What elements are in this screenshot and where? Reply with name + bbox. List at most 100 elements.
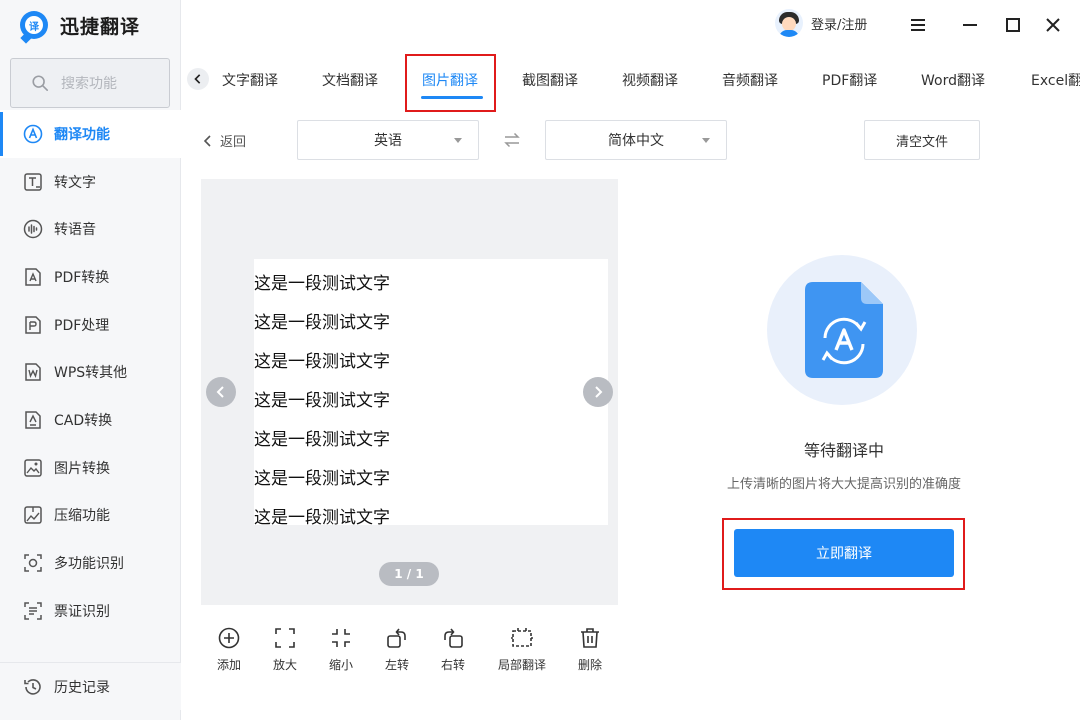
maximize-icon	[1006, 18, 1020, 32]
sidebar-item-label: 多功能识别	[54, 556, 124, 573]
chevron-right-icon	[595, 386, 603, 398]
sidebar-item-label: 票证识别	[54, 603, 110, 620]
chevron-left-icon	[194, 74, 201, 84]
sidebar-item-translate[interactable]: 翻译功能	[0, 110, 181, 158]
tool-label: 局部翻译	[497, 658, 546, 672]
logo-icon: 译	[20, 11, 48, 39]
pdf-convert-icon	[22, 266, 44, 288]
tool-label: 左转	[384, 658, 409, 672]
sidebar-item-label: PDF转换	[54, 269, 110, 286]
delete-button[interactable]: 删除	[562, 626, 618, 673]
rotate-right-icon	[444, 628, 463, 648]
source-language-value: 英语	[374, 133, 402, 149]
tab-video-translate[interactable]: 视频翻译	[622, 70, 678, 90]
sidebar-item-cad[interactable]: CAD转换	[0, 396, 181, 444]
target-language-value: 简体中文	[608, 133, 664, 149]
zoom-out-icon	[332, 629, 350, 647]
menu-button[interactable]	[905, 12, 931, 38]
sidebar-item-label: PDF处理	[54, 317, 110, 334]
maximize-button[interactable]	[1000, 12, 1026, 38]
app-name: 迅捷翻译	[60, 15, 141, 38]
preview-text-line: 这是一段测试文字	[254, 430, 390, 450]
menu-icon	[911, 19, 925, 31]
preview-document: 这是一段测试文字 这是一段测试文字 这是一段测试文字 这是一段测试文字 这是一段…	[254, 259, 608, 525]
zoom-in-icon	[275, 628, 295, 648]
chevron-left-icon	[203, 134, 211, 147]
tool-label: 缩小	[328, 658, 353, 672]
rotate-left-icon	[387, 628, 406, 648]
app-logo: 译 迅捷翻译	[20, 10, 140, 40]
tab-excel-translate[interactable]: Excel翻	[1031, 70, 1080, 90]
text-convert-icon	[22, 171, 44, 193]
multi-recognize-icon	[22, 552, 44, 574]
tab-image-translate[interactable]: 图片翻译	[422, 70, 478, 90]
tool-label: 添加	[216, 658, 241, 672]
preview-text-line: 这是一段测试文字	[254, 274, 390, 294]
login-button[interactable]: 登录/注册	[775, 9, 867, 37]
tab-scroll-left-button[interactable]	[187, 68, 209, 90]
swap-icon	[504, 132, 520, 148]
search-icon	[32, 75, 49, 92]
sidebar-item-label: 转语音	[54, 222, 96, 239]
preview-text-line: 这是一段测试文字	[254, 352, 390, 372]
tab-screenshot-translate[interactable]: 截图翻译	[522, 70, 578, 90]
translate-icon	[22, 123, 44, 145]
translate-now-button[interactable]: 立即翻译	[734, 529, 954, 577]
tab-text-translate[interactable]: 文字翻译	[222, 70, 278, 90]
tab-pdf-translate[interactable]: PDF翻译	[822, 70, 877, 90]
sidebar-item-history[interactable]: 历史记录	[0, 662, 181, 710]
sidebar-item-label: CAD转换	[54, 412, 113, 429]
zoom-in-button[interactable]: 放大	[257, 626, 313, 673]
add-icon	[218, 627, 240, 649]
search-input[interactable]: 搜索功能	[10, 58, 170, 108]
sidebar-item-label: 翻译功能	[54, 126, 110, 143]
source-language-select[interactable]: 英语	[297, 120, 479, 160]
preview-text-line: 这是一段测试文字	[254, 313, 390, 333]
tab-audio-translate[interactable]: 音频翻译	[722, 70, 778, 90]
sidebar-item-to-text[interactable]: 转文字	[0, 158, 181, 206]
sidebar-item-multi-recognize[interactable]: 多功能识别	[0, 539, 181, 587]
delete-icon	[581, 628, 599, 648]
tool-label: 删除	[577, 658, 602, 672]
sidebar-item-compress[interactable]: 压缩功能	[0, 492, 181, 540]
rotate-left-button[interactable]: 左转	[369, 626, 425, 673]
status-title: 等待翻译中	[803, 441, 884, 460]
tool-label: 右转	[440, 658, 465, 672]
active-tab-indicator	[421, 96, 483, 99]
tab-bar: 文字翻译 文档翻译 图片翻译 截图翻译 视频翻译 音频翻译 PDF翻译 Word…	[181, 52, 1080, 112]
preview-text-line: 这是一段测试文字	[254, 508, 390, 525]
clear-files-button[interactable]: 清空文件	[864, 120, 980, 160]
swap-languages-button[interactable]	[502, 130, 522, 150]
previous-page-button[interactable]	[206, 377, 236, 407]
sidebar-item-pdf-convert[interactable]: PDF转换	[0, 253, 181, 301]
image-preview: 这是一段测试文字 这是一段测试文字 这是一段测试文字 这是一段测试文字 这是一段…	[201, 179, 618, 605]
pdf-process-icon	[22, 314, 44, 336]
partial-translate-button[interactable]: 局部翻译	[494, 626, 550, 673]
sidebar-item-image-convert[interactable]: 图片转换	[0, 444, 181, 492]
zoom-out-button[interactable]: 缩小	[313, 626, 369, 673]
back-button[interactable]: 返回	[202, 131, 246, 150]
image-convert-icon	[22, 457, 44, 479]
rotate-right-button[interactable]: 右转	[425, 626, 481, 673]
close-button[interactable]	[1040, 12, 1066, 38]
sidebar-item-label: WPS转其他	[54, 365, 128, 382]
tab-doc-translate[interactable]: 文档翻译	[322, 70, 378, 90]
status-hint: 上传清晰的图片将大大提高识别的准确度	[726, 477, 961, 492]
next-page-button[interactable]	[583, 377, 613, 407]
sidebar-item-label: 图片转换	[54, 460, 110, 477]
preview-text-line: 这是一段测试文字	[254, 469, 390, 489]
wps-icon	[22, 361, 44, 383]
cad-icon	[22, 409, 44, 431]
sidebar-item-ticket-recognize[interactable]: 票证识别	[0, 587, 181, 635]
sidebar-item-to-voice[interactable]: 转语音	[0, 205, 181, 253]
sidebar-item-wps[interactable]: WPS转其他	[0, 348, 181, 396]
voice-icon	[22, 218, 44, 240]
tab-word-translate[interactable]: Word翻译	[921, 70, 985, 90]
sidebar-item-pdf-process[interactable]: PDF处理	[0, 301, 181, 349]
back-label: 返回	[220, 135, 247, 150]
minimize-button[interactable]	[957, 12, 983, 38]
translate-file-icon	[805, 282, 883, 378]
target-language-select[interactable]: 简体中文	[545, 120, 727, 160]
minimize-icon	[963, 24, 977, 26]
add-button[interactable]: 添加	[201, 626, 257, 673]
